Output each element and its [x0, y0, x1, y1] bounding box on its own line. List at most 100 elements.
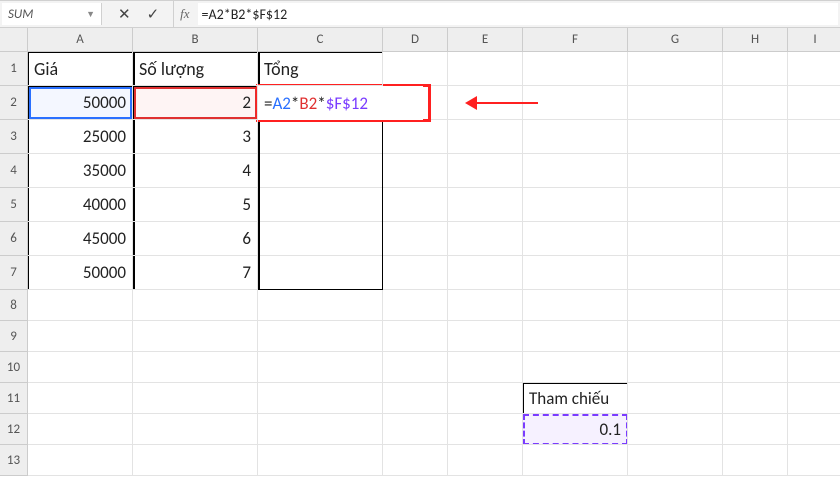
cell[interactable] — [788, 188, 840, 222]
name-box[interactable]: SUM ▼ — [2, 3, 102, 25]
cell[interactable] — [788, 352, 840, 383]
cell[interactable] — [28, 290, 133, 321]
cell[interactable] — [133, 445, 258, 476]
cell[interactable] — [28, 321, 133, 352]
row-head-12[interactable]: 12 — [0, 414, 28, 445]
cell-c1[interactable]: Tổng — [258, 52, 383, 86]
cell[interactable] — [788, 445, 840, 476]
row-head-3[interactable]: 3 — [0, 120, 28, 154]
cell[interactable] — [28, 445, 133, 476]
cell[interactable] — [723, 154, 788, 188]
cell[interactable] — [258, 445, 383, 476]
cell[interactable] — [723, 445, 788, 476]
cell[interactable] — [628, 321, 723, 352]
cell[interactable] — [523, 52, 628, 86]
cell[interactable] — [628, 86, 723, 120]
col-head-d[interactable]: D — [383, 28, 448, 52]
cell[interactable] — [383, 52, 448, 86]
cell-a7[interactable]: 50000 — [28, 256, 133, 290]
grid[interactable]: =A2*B2*$F$12 GiáSố lượngTổng500002250003… — [28, 52, 840, 500]
cell[interactable] — [523, 120, 628, 154]
cell-a4[interactable]: 35000 — [28, 154, 133, 188]
cell[interactable] — [628, 52, 723, 86]
cell[interactable] — [523, 352, 628, 383]
select-all-corner[interactable] — [0, 28, 28, 52]
cell[interactable] — [523, 86, 628, 120]
cell[interactable] — [723, 256, 788, 290]
cell[interactable] — [628, 222, 723, 256]
cell[interactable] — [258, 352, 383, 383]
cell[interactable] — [258, 414, 383, 445]
cell[interactable] — [448, 383, 523, 414]
row-head-10[interactable]: 10 — [0, 352, 28, 383]
cell[interactable] — [383, 321, 448, 352]
cell[interactable] — [788, 383, 840, 414]
cell[interactable] — [723, 290, 788, 321]
cell[interactable] — [258, 256, 383, 290]
confirm-icon[interactable]: ✓ — [147, 5, 160, 24]
cell[interactable] — [788, 414, 840, 445]
cell-a3[interactable]: 25000 — [28, 120, 133, 154]
cell[interactable] — [133, 414, 258, 445]
cell-b3[interactable]: 3 — [133, 120, 258, 154]
cell[interactable] — [628, 352, 723, 383]
cell[interactable] — [383, 445, 448, 476]
col-head-c[interactable]: C — [258, 28, 383, 52]
cell[interactable] — [448, 154, 523, 188]
fx-icon[interactable]: fx — [174, 1, 197, 27]
cell[interactable] — [788, 52, 840, 86]
cell[interactable] — [383, 222, 448, 256]
cell[interactable] — [723, 383, 788, 414]
row-head-1[interactable]: 1 — [0, 52, 28, 86]
row-head-8[interactable]: 8 — [0, 290, 28, 321]
cell[interactable] — [628, 445, 723, 476]
cell-a1[interactable]: Giá — [28, 52, 133, 86]
cell[interactable] — [448, 321, 523, 352]
cell-c2-editing[interactable]: =A2*B2*$F$12 — [258, 86, 423, 120]
cell[interactable] — [723, 188, 788, 222]
cell[interactable] — [133, 290, 258, 321]
cell-b2[interactable]: 2 — [133, 86, 258, 120]
cell[interactable] — [383, 154, 448, 188]
cell[interactable] — [628, 290, 723, 321]
row-head-13[interactable]: 13 — [0, 445, 28, 476]
cell[interactable] — [258, 222, 383, 256]
cell[interactable] — [788, 120, 840, 154]
cell[interactable] — [383, 290, 448, 321]
cell[interactable] — [628, 414, 723, 445]
cell[interactable] — [628, 383, 723, 414]
cell[interactable] — [448, 52, 523, 86]
row-head-7[interactable]: 7 — [0, 256, 28, 290]
col-head-b[interactable]: B — [133, 28, 258, 52]
cell[interactable] — [448, 188, 523, 222]
cell[interactable] — [133, 383, 258, 414]
cell[interactable] — [723, 120, 788, 154]
row-head-5[interactable]: 5 — [0, 188, 28, 222]
cell[interactable] — [788, 321, 840, 352]
row-head-4[interactable]: 4 — [0, 154, 28, 188]
cell[interactable] — [523, 222, 628, 256]
cell[interactable] — [383, 383, 448, 414]
cell[interactable] — [133, 321, 258, 352]
cell[interactable] — [628, 256, 723, 290]
col-head-e[interactable]: E — [448, 28, 523, 52]
cell[interactable] — [788, 256, 840, 290]
col-head-a[interactable]: A — [28, 28, 133, 52]
cell[interactable] — [788, 86, 840, 120]
cell-b7[interactable]: 7 — [133, 256, 258, 290]
cell[interactable] — [28, 383, 133, 414]
cell-b4[interactable]: 4 — [133, 154, 258, 188]
cell[interactable] — [723, 352, 788, 383]
cell[interactable] — [723, 52, 788, 86]
row-head-11[interactable]: 11 — [0, 383, 28, 414]
cell[interactable] — [383, 352, 448, 383]
cell[interactable] — [628, 188, 723, 222]
cell-b5[interactable]: 5 — [133, 188, 258, 222]
cell[interactable] — [448, 222, 523, 256]
cell[interactable] — [133, 352, 258, 383]
cancel-icon[interactable]: ✕ — [118, 5, 131, 24]
cell[interactable] — [723, 222, 788, 256]
cell-a5[interactable]: 40000 — [28, 188, 133, 222]
cell[interactable] — [258, 154, 383, 188]
cell[interactable] — [448, 414, 523, 445]
